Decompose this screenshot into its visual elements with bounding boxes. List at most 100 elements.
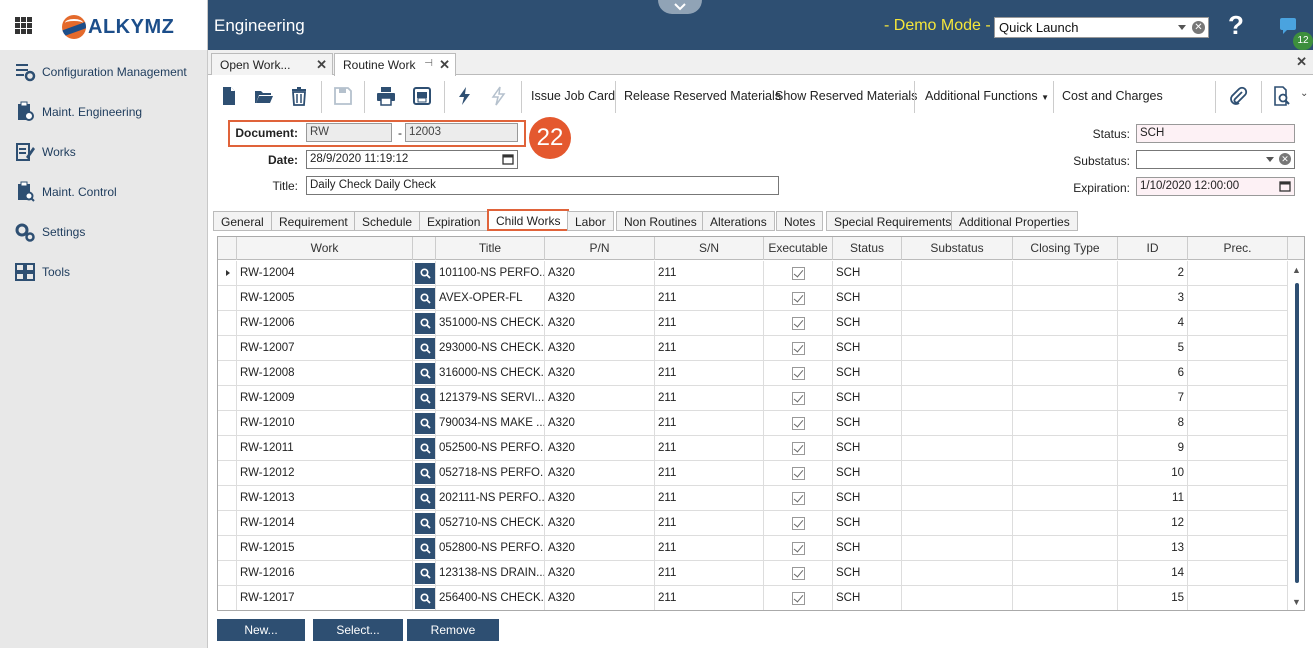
column-header-id[interactable]: ID	[1118, 237, 1188, 260]
sidebar-item-settings[interactable]: Settings	[14, 220, 85, 244]
title-cell[interactable]: 101100-NS PERFO...	[436, 261, 545, 286]
executable-checkbox[interactable]	[792, 442, 805, 455]
pn-cell[interactable]: A320	[545, 436, 655, 461]
sn-cell[interactable]: 211	[655, 586, 764, 610]
status-cell[interactable]: SCH	[833, 461, 902, 486]
sidebar-item-maint-control[interactable]: Maint. Control	[14, 180, 117, 204]
dropdown-arrow-icon[interactable]	[1266, 157, 1274, 162]
executable-checkbox[interactable]	[792, 392, 805, 405]
pn-cell[interactable]: A320	[545, 336, 655, 361]
column-header-substatus[interactable]: Substatus	[902, 237, 1013, 260]
sn-cell[interactable]: 211	[655, 386, 764, 411]
status-cell[interactable]: SCH	[833, 486, 902, 511]
chat-icon[interactable]	[1280, 18, 1296, 34]
close-all-icon[interactable]: ✕	[1296, 54, 1307, 70]
pn-cell[interactable]: A320	[545, 411, 655, 436]
search-icon[interactable]	[415, 263, 435, 284]
attachment-button[interactable]	[1226, 84, 1250, 108]
executable-checkbox[interactable]	[792, 492, 805, 505]
toolbar-overflow-chevron-icon[interactable]: ⌄	[1300, 88, 1308, 99]
additional-functions-dropdown[interactable]: Additional Functions ▼	[925, 89, 1049, 103]
title-cell[interactable]: 052718-NS PERFO...	[436, 461, 545, 486]
executable-checkbox[interactable]	[792, 567, 805, 580]
closing-type-cell[interactable]	[1013, 486, 1118, 511]
closing-type-cell[interactable]	[1013, 336, 1118, 361]
table-row[interactable]: RW-12017 256400-NS CHECK... A320 211 SCH 15	[218, 586, 1288, 610]
search-icon[interactable]	[415, 488, 435, 509]
prec-cell[interactable]	[1188, 561, 1288, 586]
sidebar-item-works[interactable]: Works	[14, 140, 76, 164]
calendar-icon[interactable]	[502, 153, 514, 165]
title-cell[interactable]: AVEX-OPER-FL	[436, 286, 545, 311]
status-cell[interactable]: SCH	[833, 436, 902, 461]
search-icon[interactable]	[415, 463, 435, 484]
work-cell[interactable]: RW-12011	[237, 436, 413, 461]
search-icon[interactable]	[415, 313, 435, 334]
closing-type-cell[interactable]	[1013, 386, 1118, 411]
execute-button[interactable]	[454, 84, 476, 108]
table-row[interactable]: RW-12011 052500-NS PERFO... A320 211 SCH 9	[218, 436, 1288, 461]
closing-type-cell[interactable]	[1013, 586, 1118, 610]
show-reserved-materials-button[interactable]: Show Reserved Materials	[775, 89, 917, 103]
closing-type-cell[interactable]	[1013, 261, 1118, 286]
prec-cell[interactable]	[1188, 336, 1288, 361]
prec-cell[interactable]	[1188, 586, 1288, 610]
scroll-up-icon[interactable]: ▲	[1292, 265, 1301, 275]
substatus-cell[interactable]	[902, 336, 1013, 361]
column-header-lookup[interactable]	[413, 237, 436, 260]
closing-type-cell[interactable]	[1013, 361, 1118, 386]
search-icon[interactable]	[415, 413, 435, 434]
column-header-closing-type[interactable]: Closing Type	[1013, 237, 1118, 260]
remove-button[interactable]: Remove	[407, 619, 499, 641]
tab-general[interactable]: General	[213, 211, 272, 231]
save-button[interactable]	[332, 84, 354, 108]
expiration-field[interactable]: 1/10/2020 12:00:00	[1136, 177, 1295, 196]
title-cell[interactable]: 316000-NS CHECK...	[436, 361, 545, 386]
table-row[interactable]: RW-12010 790034-NS MAKE ... A320 211 SCH 8	[218, 411, 1288, 436]
work-cell[interactable]: RW-12009	[237, 386, 413, 411]
substatus-cell[interactable]	[902, 411, 1013, 436]
closing-type-cell[interactable]	[1013, 411, 1118, 436]
search-icon[interactable]	[415, 438, 435, 459]
cost-and-charges-button[interactable]: Cost and Charges	[1062, 89, 1163, 103]
work-cell[interactable]: RW-12016	[237, 561, 413, 586]
tab-alterations[interactable]: Alterations	[702, 211, 775, 231]
search-icon[interactable]	[415, 563, 435, 584]
tab-child-works[interactable]: Child Works	[487, 209, 570, 231]
sn-cell[interactable]: 211	[655, 561, 764, 586]
substatus-cell[interactable]	[902, 511, 1013, 536]
status-cell[interactable]: SCH	[833, 511, 902, 536]
prec-cell[interactable]	[1188, 361, 1288, 386]
work-cell[interactable]: RW-12007	[237, 336, 413, 361]
tab-expiration[interactable]: Expiration	[419, 211, 489, 231]
id-cell[interactable]: 14	[1118, 561, 1188, 586]
search-icon[interactable]	[415, 363, 435, 384]
sidebar-item-maint-engineering[interactable]: Maint. Engineering	[14, 100, 142, 124]
executable-checkbox[interactable]	[792, 417, 805, 430]
id-cell[interactable]: 5	[1118, 336, 1188, 361]
table-row[interactable]: RW-12005 AVEX-OPER-FL A320 211 SCH 3	[218, 286, 1288, 311]
substatus-cell[interactable]	[902, 536, 1013, 561]
pin-icon[interactable]: ⊣	[424, 58, 433, 69]
pn-cell[interactable]: A320	[545, 586, 655, 610]
table-row[interactable]: RW-12004 101100-NS PERFO... A320 211 SCH 2	[218, 261, 1288, 286]
substatus-cell[interactable]	[902, 261, 1013, 286]
work-cell[interactable]: RW-12012	[237, 461, 413, 486]
status-cell[interactable]: SCH	[833, 286, 902, 311]
status-cell[interactable]: SCH	[833, 311, 902, 336]
pn-cell[interactable]: A320	[545, 311, 655, 336]
title-cell[interactable]: 052800-NS PERFO...	[436, 536, 545, 561]
title-cell[interactable]: 123138-NS DRAIN...	[436, 561, 545, 586]
status-cell[interactable]: SCH	[833, 386, 902, 411]
search-icon[interactable]	[415, 288, 435, 309]
sn-cell[interactable]: 211	[655, 336, 764, 361]
sn-cell[interactable]: 211	[655, 436, 764, 461]
closing-type-cell[interactable]	[1013, 511, 1118, 536]
dropdown-arrow-icon[interactable]	[1178, 25, 1186, 30]
table-row[interactable]: RW-12008 316000-NS CHECK... A320 211 SCH 6	[218, 361, 1288, 386]
executable-checkbox[interactable]	[792, 467, 805, 480]
sn-cell[interactable]: 211	[655, 361, 764, 386]
sn-cell[interactable]: 211	[655, 411, 764, 436]
sn-cell[interactable]: 211	[655, 511, 764, 536]
substatus-cell[interactable]	[902, 561, 1013, 586]
